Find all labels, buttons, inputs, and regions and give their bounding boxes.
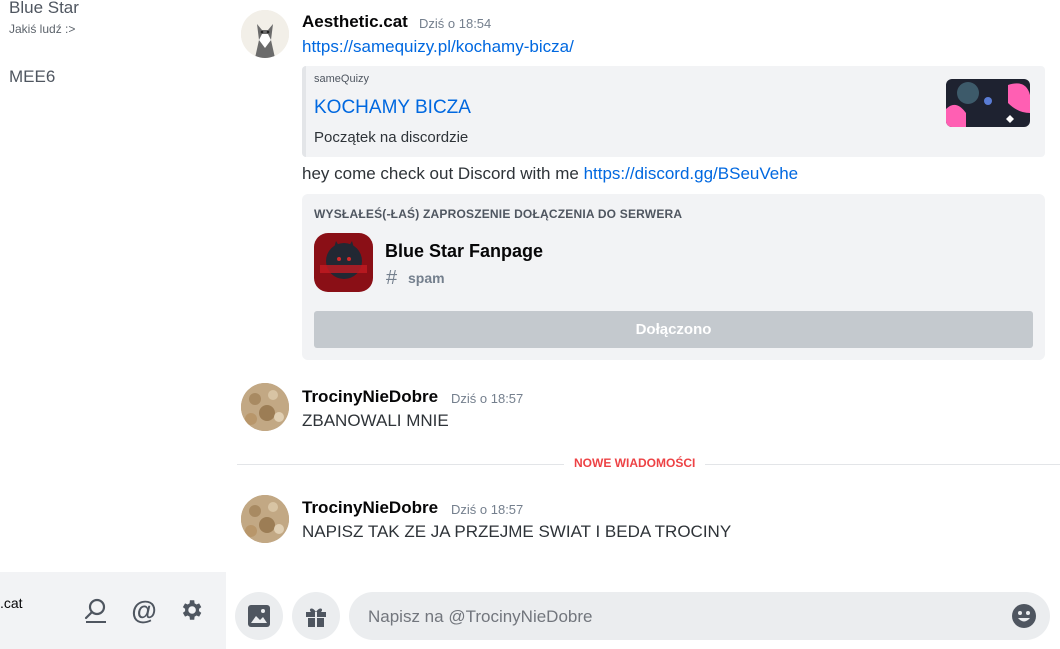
server-icon[interactable] xyxy=(314,233,373,292)
message-timestamp: Dziś o 18:57 xyxy=(451,502,524,517)
server-name[interactable]: Blue Star Fanpage xyxy=(385,241,543,262)
avatar[interactable] xyxy=(241,383,289,431)
message-text: ZBANOWALI MNIE xyxy=(302,411,449,430)
message-author[interactable]: Aesthetic.cat xyxy=(302,12,408,32)
channel-hash-icon: # xyxy=(386,267,398,289)
embed-thumbnail[interactable] xyxy=(946,79,1030,127)
user-panel: .cat @ xyxy=(0,572,226,649)
message-input-container xyxy=(349,592,1050,642)
avatar[interactable] xyxy=(241,10,289,58)
embed-description: Początek na discordzie xyxy=(314,129,469,146)
embed-provider: sameQuizy xyxy=(314,73,370,85)
invite-header: WYSŁAŁEŚ(-ŁAŚ) ZAPROSZENIE DOŁĄCZENIA DO… xyxy=(314,207,683,221)
dm-item-mee6[interactable]: MEE6 xyxy=(9,67,55,87)
message-timestamp: Dziś o 18:54 xyxy=(419,16,492,31)
message-composer xyxy=(226,581,1060,649)
gear-icon[interactable] xyxy=(177,596,205,624)
chat-area: Aesthetic.cat Dziś o 18:54 https://sameq… xyxy=(226,0,1060,649)
message-text-body: hey come check out Discord with me xyxy=(302,164,579,183)
message-timestamp: Dziś o 18:57 xyxy=(451,391,524,406)
current-username: .cat xyxy=(0,595,23,611)
message-input[interactable] xyxy=(366,592,990,642)
message-text: NAPISZ TAK ZE JA PRZEJME SWIAT I BEDA TR… xyxy=(302,522,732,541)
message-link[interactable]: https://samequizy.pl/kochamy-bicza/ xyxy=(302,37,574,57)
avatar[interactable] xyxy=(241,495,289,543)
mention-icon[interactable]: @ xyxy=(130,596,158,624)
dm-sidebar: Blue Star Jakiś ludź :> MEE6 .cat @ xyxy=(0,0,226,649)
joined-button[interactable]: Dołączono xyxy=(314,311,1033,348)
gift-icon[interactable] xyxy=(292,592,340,640)
dm-item-blue-star-status: Jakiś ludź :> xyxy=(9,22,76,36)
dm-item-blue-star[interactable]: Blue Star xyxy=(9,0,79,18)
link-embed: sameQuizy KOCHAMY BICZA Początek na disc… xyxy=(302,66,1045,157)
server-invite-card: WYSŁAŁEŚ(-ŁAŚ) ZAPROSZENIE DOŁĄCZENIA DO… xyxy=(302,194,1045,360)
search-icon[interactable] xyxy=(82,596,110,624)
channel-name: spam xyxy=(408,270,445,286)
message-author[interactable]: TrocinyNieDobre xyxy=(302,387,438,407)
message-text: hey come check out Discord with me https… xyxy=(302,164,798,184)
message-author[interactable]: TrocinyNieDobre xyxy=(302,498,438,518)
embed-title[interactable]: KOCHAMY BICZA xyxy=(314,97,471,119)
invite-link[interactable]: https://discord.gg/BSeuVehe xyxy=(584,164,799,183)
image-icon[interactable] xyxy=(235,592,283,640)
new-messages-label: NOWE WIADOMOŚCI xyxy=(564,456,706,470)
emoji-icon[interactable] xyxy=(1011,603,1037,629)
